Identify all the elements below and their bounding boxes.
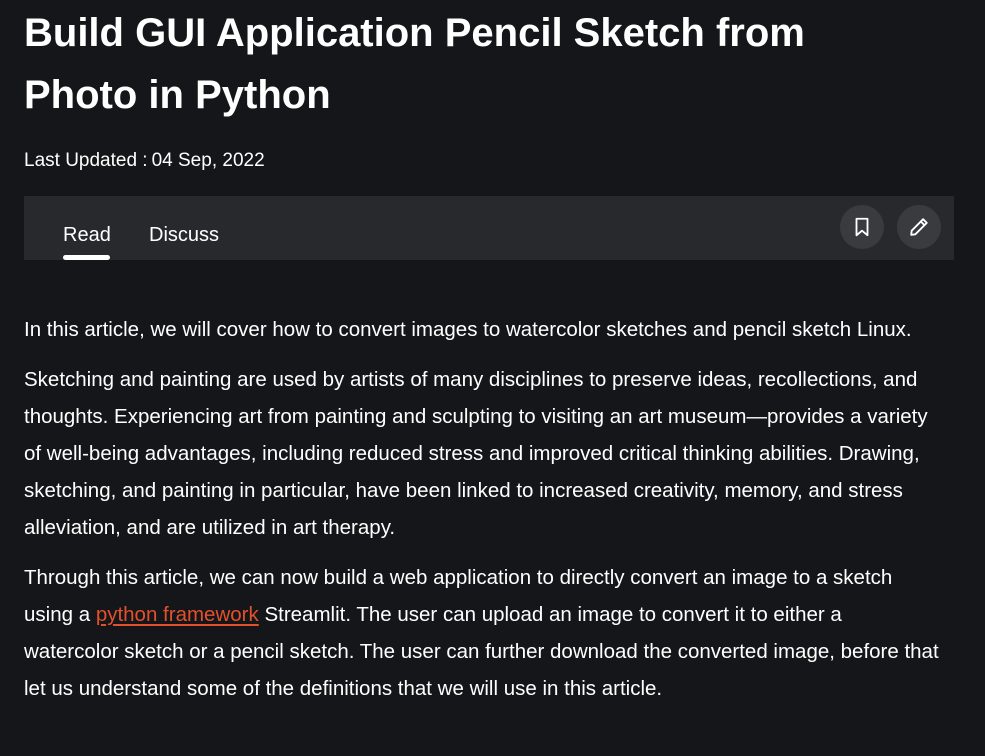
bookmark-button[interactable] (840, 205, 884, 249)
paragraph-streamlit: Through this article, we can now build a… (24, 559, 942, 707)
article-tab-bar: Read Discuss (24, 196, 954, 260)
last-updated-date: 04 Sep, 2022 (151, 150, 265, 171)
active-tab-indicator (63, 255, 110, 260)
paragraph-intro: In this article, we will cover how to co… (24, 318, 912, 341)
article-title: Build GUI Application Pencil Sketch from… (24, 11, 805, 117)
python-framework-link[interactable]: python framework (96, 603, 259, 626)
tab-read[interactable]: Read (63, 222, 111, 248)
paragraph-sketching: Sketching and painting are used by artis… (24, 368, 928, 539)
edit-button[interactable] (897, 205, 941, 249)
bookmark-icon (855, 217, 869, 237)
last-updated-label: Last Updated : (24, 150, 148, 171)
article-body: In this article, we will cover how to co… (24, 311, 942, 720)
pencil-icon (910, 218, 928, 236)
last-updated: Last Updated :04 Sep, 2022 (24, 150, 265, 172)
tab-discuss[interactable]: Discuss (149, 222, 219, 248)
